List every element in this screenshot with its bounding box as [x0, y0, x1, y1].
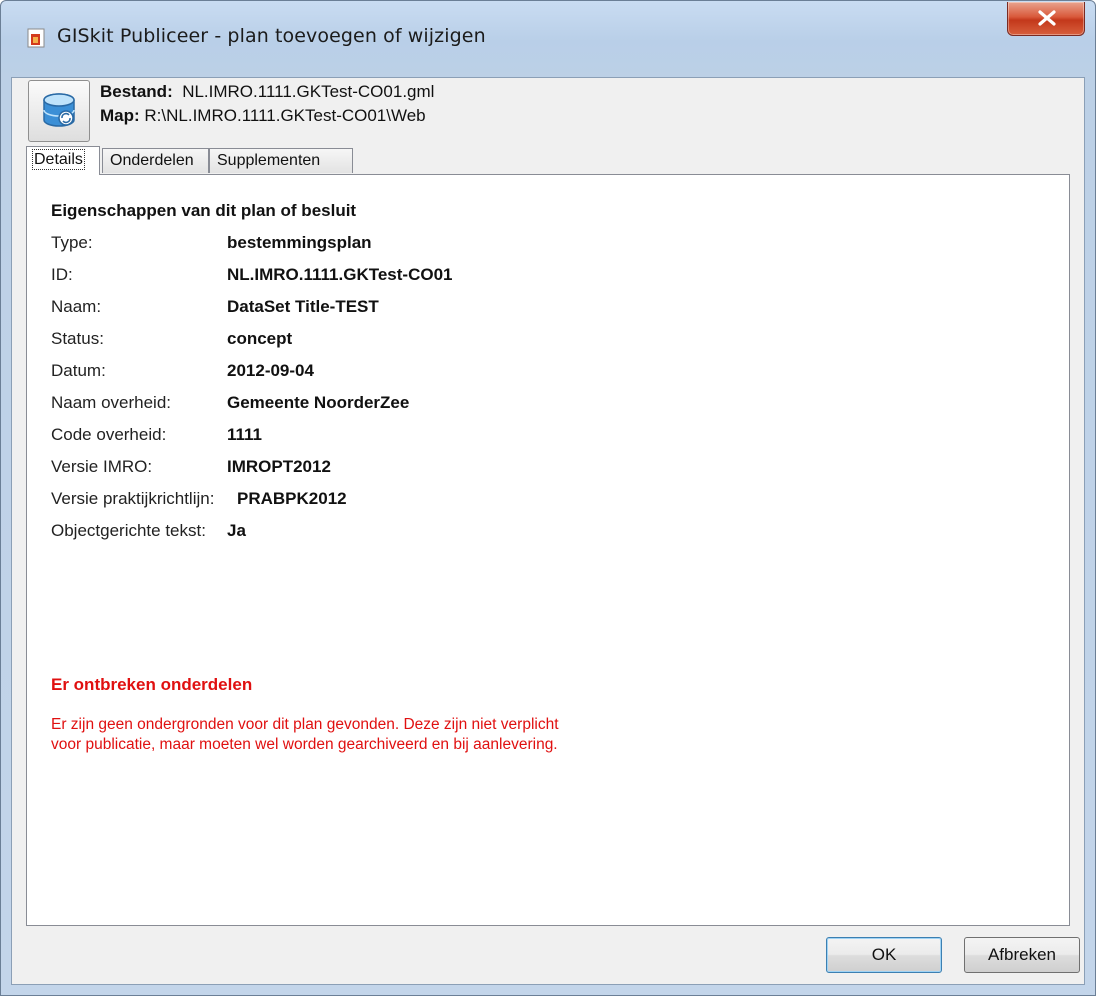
file-info-bestand: Bestand: NL.IMRO.1111.GKTest-CO01.gml — [100, 82, 434, 102]
file-select-button[interactable] — [28, 80, 90, 142]
prop-label-type: Type: — [51, 233, 93, 252]
database-icon — [43, 93, 75, 127]
cancel-button[interactable]: Afbreken — [964, 937, 1080, 973]
tab-details[interactable]: Details — [26, 146, 100, 175]
prop-label-objectgerichte-tekst: Objectgerichte tekst: — [51, 521, 206, 540]
details-panel: Eigenschappen van dit plan of besluit Ty… — [26, 174, 1070, 926]
prop-value-code-overheid: 1111 — [227, 425, 263, 444]
dialog-body: Bestand: NL.IMRO.1111.GKTest-CO01.gml Ma… — [11, 77, 1085, 985]
warning-title: Er ontbreken onderdelen — [51, 675, 253, 694]
prop-label-naam-overheid: Naam overheid: — [51, 393, 172, 412]
window-title: GISkit Publiceer - plan toevoegen of wij… — [57, 25, 486, 47]
prop-label-datum: Datum: — [51, 361, 106, 380]
prop-value-status: concept — [227, 329, 293, 348]
ok-button[interactable]: OK — [826, 937, 942, 973]
prop-label-naam: Naam: — [51, 297, 102, 316]
prop-value-versie-praktijkrichtlijn: PRABPK2012 — [237, 489, 347, 508]
section-title: Eigenschappen van dit plan of besluit — [51, 201, 357, 220]
prop-value-naam: DataSet Title-TEST — [227, 297, 379, 316]
map-value: R:\NL.IMRO.1111.GKTest-CO01\Web — [144, 106, 426, 125]
prop-label-versie-imro: Versie IMRO: — [51, 457, 153, 476]
app-icon — [27, 28, 45, 48]
close-icon — [1038, 10, 1056, 26]
close-button[interactable] — [1007, 2, 1085, 36]
file-info-map: Map: R:\NL.IMRO.1111.GKTest-CO01\Web — [100, 106, 426, 126]
prop-label-code-overheid: Code overheid: — [51, 425, 167, 444]
bestand-label: Bestand: — [100, 82, 173, 101]
prop-value-naam-overheid: Gemeente NoorderZee — [227, 393, 410, 412]
prop-value-type: bestemmingsplan — [227, 233, 372, 252]
title-bar[interactable]: GISkit Publiceer - plan toevoegen of wij… — [1, 1, 1095, 75]
tab-onderdelen[interactable]: Onderdelen — [102, 148, 209, 173]
prop-label-versie-praktijkrichtlijn: Versie praktijkrichtlijn: — [51, 489, 215, 508]
map-label: Map: — [100, 106, 140, 125]
prop-label-status: Status: — [51, 329, 104, 348]
bestand-value: NL.IMRO.1111.GKTest-CO01.gml — [182, 82, 435, 101]
prop-value-versie-imro: IMROPT2012 — [227, 457, 331, 476]
warning-line-1: Er zijn geen ondergronden voor dit plan … — [51, 716, 559, 733]
warning-text: Er zijn geen ondergronden voor dit plan … — [51, 715, 691, 755]
tab-supplementen[interactable]: Supplementen — [209, 148, 353, 173]
prop-value-datum: 2012-09-04 — [227, 361, 314, 380]
prop-value-id: NL.IMRO.1111.GKTest-CO01 — [227, 265, 453, 284]
warning-line-2: voor publicatie, maar moeten wel worden … — [51, 736, 558, 753]
prop-label-id: ID: — [51, 265, 73, 284]
prop-value-objectgerichte-tekst: Ja — [227, 521, 246, 540]
dialog-window: GISkit Publiceer - plan toevoegen of wij… — [0, 0, 1096, 996]
